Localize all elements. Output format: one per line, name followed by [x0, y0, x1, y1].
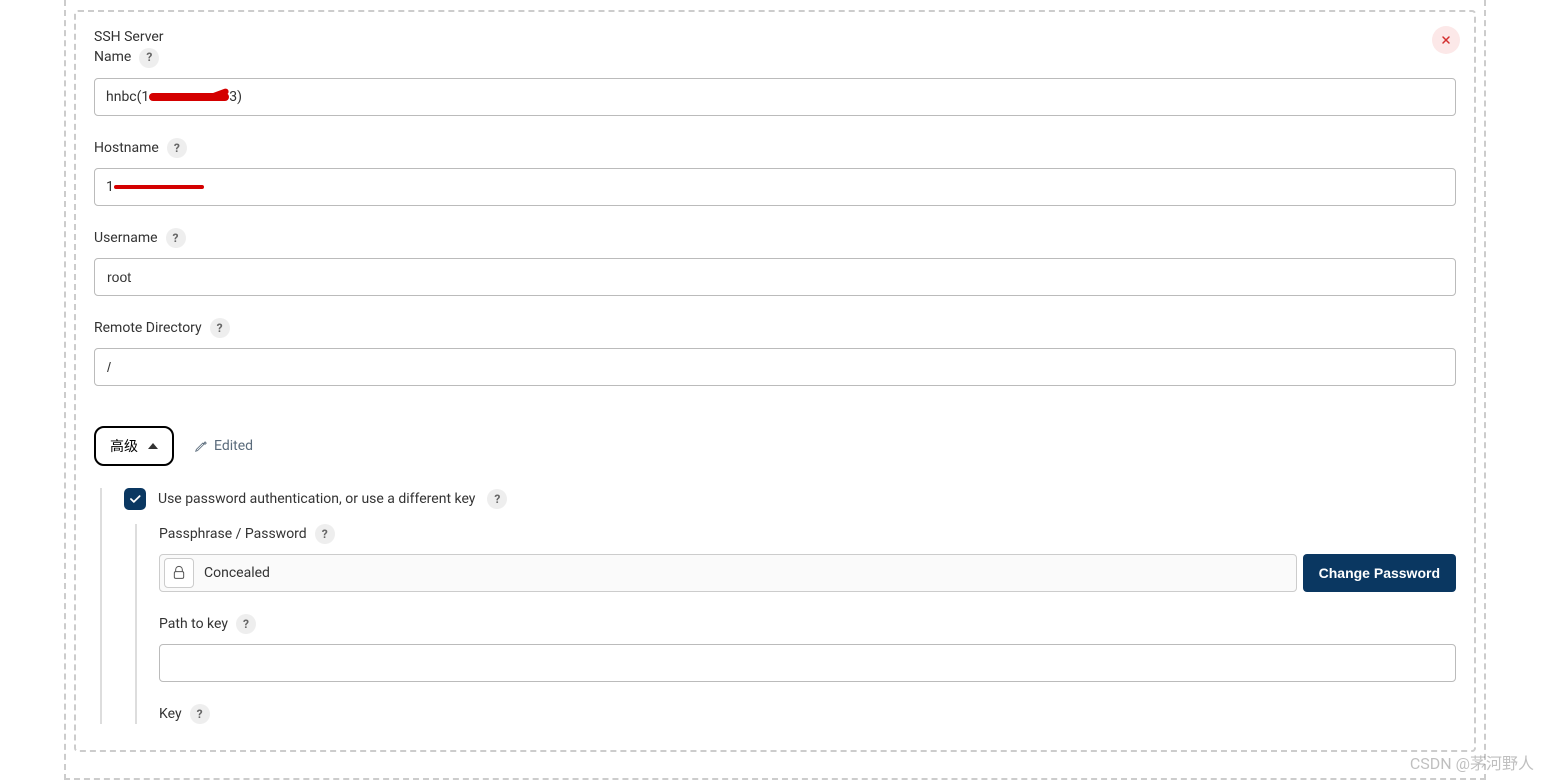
ssh-server-name-input[interactable]: [94, 78, 1456, 116]
lock-icon: [164, 558, 194, 588]
advanced-toggle-button[interactable]: 高级: [94, 426, 174, 466]
use-password-auth-label: Use password authentication, or use a di…: [158, 491, 475, 507]
username-input[interactable]: [94, 258, 1456, 296]
help-icon[interactable]: ?: [139, 48, 159, 68]
advanced-label: 高级: [110, 436, 138, 456]
help-icon[interactable]: ?: [190, 704, 210, 724]
ssh-server-name-prefix: hnbc(1: [106, 89, 149, 105]
username-label: Username: [94, 230, 158, 246]
chevron-up-icon: [148, 443, 158, 449]
key-label: Key: [159, 706, 182, 722]
remote-directory-label: Remote Directory: [94, 320, 202, 336]
remove-server-button[interactable]: [1432, 26, 1460, 54]
ssh-server-label-line1: SSH Server: [94, 28, 164, 48]
hostname-label: Hostname: [94, 140, 159, 156]
help-icon[interactable]: ?: [315, 524, 335, 544]
hostname-prefix: 1: [106, 179, 114, 195]
remote-directory-input[interactable]: [94, 348, 1456, 386]
concealed-text: Concealed: [204, 565, 270, 581]
path-to-key-input[interactable]: [159, 644, 1456, 682]
edited-indicator: Edited: [194, 438, 253, 454]
pencil-icon: [194, 439, 208, 453]
change-password-button[interactable]: Change Password: [1303, 554, 1456, 592]
help-icon[interactable]: ?: [210, 318, 230, 338]
help-icon[interactable]: ?: [166, 228, 186, 248]
ssh-server-label-line2: Name: [94, 48, 131, 68]
ssh-server-name-suffix: 3): [229, 89, 242, 105]
path-to-key-label: Path to key: [159, 616, 228, 632]
help-icon[interactable]: ?: [236, 614, 256, 634]
help-icon[interactable]: ?: [487, 489, 507, 509]
concealed-password-box: Concealed: [159, 554, 1297, 592]
use-password-auth-checkbox[interactable]: [124, 488, 146, 510]
passphrase-label: Passphrase / Password: [159, 526, 307, 542]
hostname-input[interactable]: [94, 168, 1456, 206]
help-icon[interactable]: ?: [167, 138, 187, 158]
